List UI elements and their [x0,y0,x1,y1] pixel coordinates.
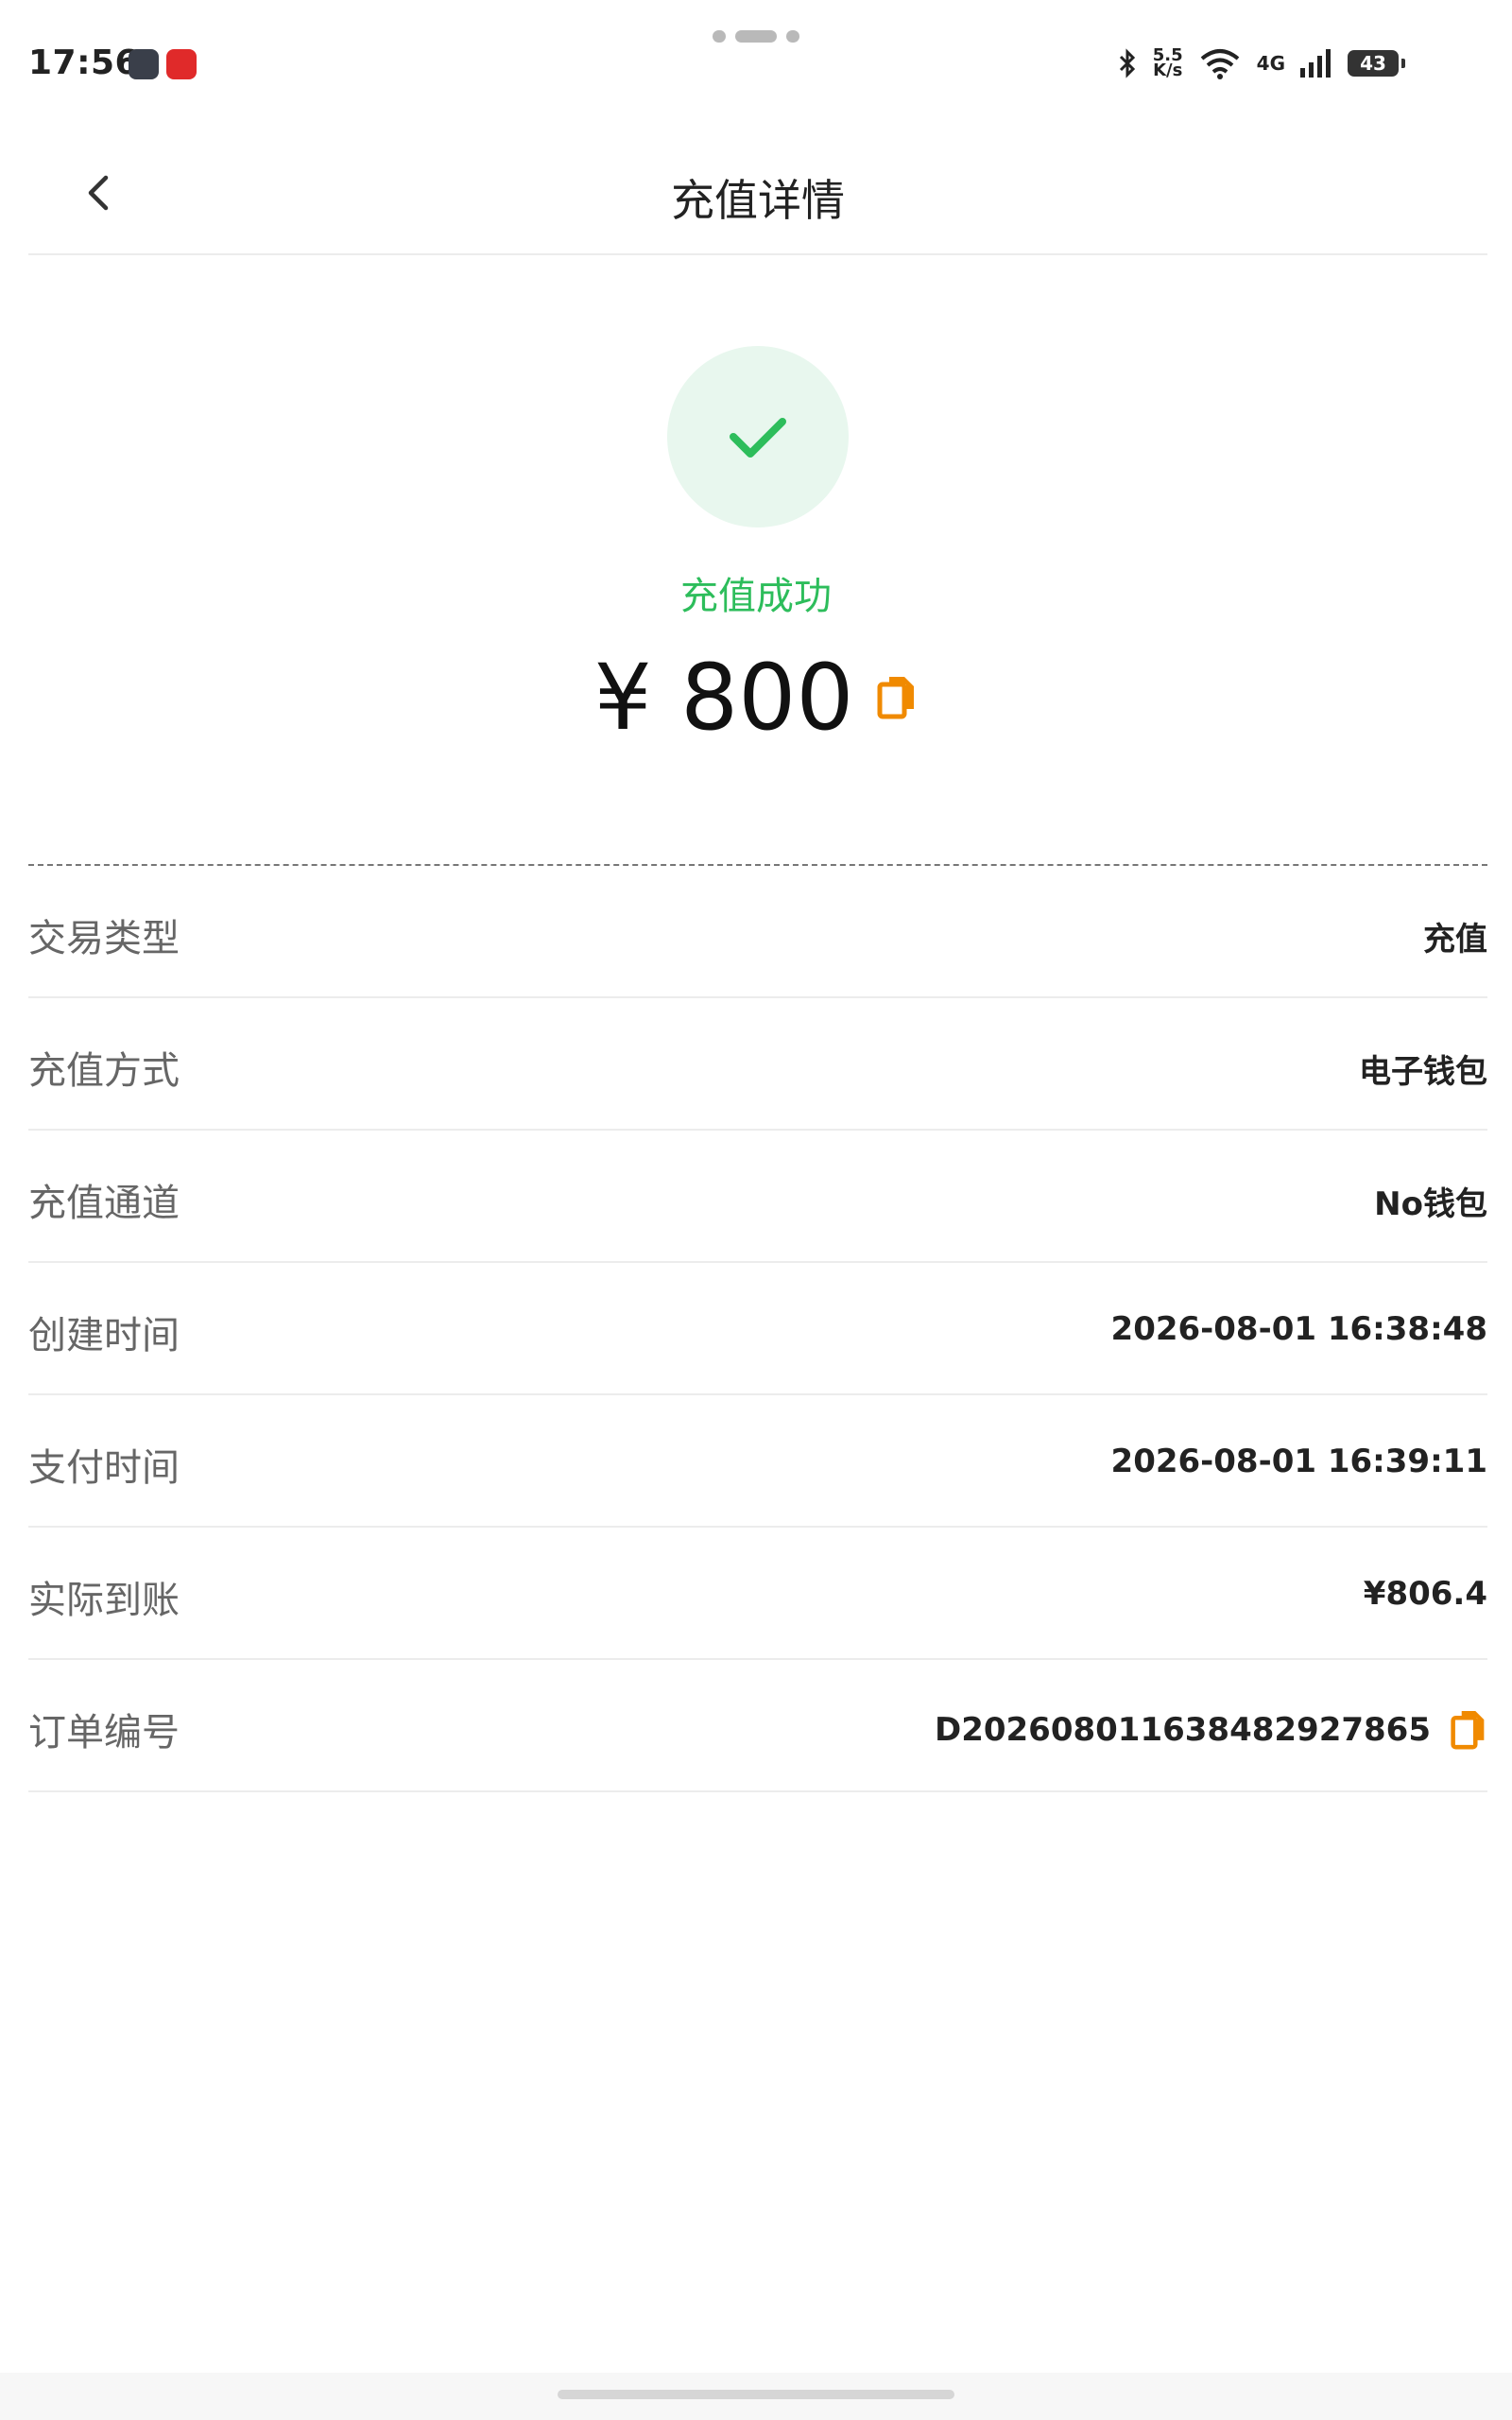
detail-value: 2026-08-01 16:39:11 [1111,1443,1487,1480]
detail-value: No钱包 [1374,1178,1487,1224]
detail-value-text: ¥806.4 [1363,1575,1487,1613]
net-speed: 5.5 K/s [1153,47,1183,80]
signal-icon [1300,49,1331,78]
success-badge [667,346,849,527]
detail-label: 交易类型 [28,917,180,960]
detail-value: ¥806.4 [1364,1575,1487,1613]
detail-value-text: 2026-08-01 16:38:48 [1110,1310,1487,1348]
detail-label: 支付时间 [28,1446,180,1490]
app-notification-icon [166,49,197,79]
detail-row-actual-credit: 实际到账 ¥806.4 [28,1528,1487,1660]
detail-value-text: 2026-08-01 16:39:11 [1110,1443,1487,1480]
page-title: 充值详情 [671,175,845,226]
check-icon [730,418,786,458]
header: 充值详情 [28,132,1487,255]
detail-value: 电子钱包 [1359,1046,1487,1092]
detail-label: 订单编号 [28,1711,180,1754]
detail-row-order-number: 订单编号 D202608011638482927865 [28,1660,1487,1792]
detail-label: 创建时间 [28,1314,180,1357]
navigation-area [0,2373,1512,2420]
multitask-handle[interactable] [713,30,799,43]
detail-value: D202608011638482927865 [935,1707,1487,1753]
detail-value-text: 电子钱包 [1359,1053,1487,1091]
status-icons: 5.5 K/s 4G 43 [1117,47,1405,80]
order-number-text[interactable]: D202608011638482927865 [935,1711,1431,1749]
copy-icon[interactable] [1450,1707,1487,1753]
detail-row-created-time: 创建时间 2026-08-01 16:38:48 [28,1263,1487,1395]
detail-value: 充值 [1423,913,1487,959]
detail-row-recharge-method: 充值方式 电子钱包 [28,998,1487,1131]
net-speed-unit: K/s [1153,60,1183,80]
detail-row-paid-time: 支付时间 2026-08-01 16:39:11 [28,1395,1487,1528]
detail-label: 充值通道 [28,1182,180,1225]
battery-icon: 43 [1348,50,1405,77]
copy-icon[interactable] [876,673,918,722]
detail-label: 实际到账 [28,1579,180,1622]
status-bar: 17:56 5.5 K/s 4G 43 [0,0,1512,123]
status-text: 充值成功 [680,575,832,618]
detail-row-recharge-channel: 充值通道 No钱包 [28,1131,1487,1263]
bluetooth-icon [1119,48,1135,78]
detail-label: 充值方式 [28,1049,180,1093]
amount-value: ¥ 800 [593,645,854,751]
detail-row-transaction-type: 交易类型 充值 [28,866,1487,998]
app-notification-icon [129,49,159,79]
status-time: 17:56 [28,43,140,82]
home-indicator[interactable] [558,2390,954,2399]
detail-list: 交易类型 充值 充值方式 电子钱包 充值通道 No钱包 创建时间 2026-08… [28,866,1487,1792]
detail-value-text: No钱包 [1374,1185,1487,1223]
cell-type: 4G [1256,52,1285,75]
amount-row: ¥ 800 [0,652,1512,743]
detail-value: 2026-08-01 16:38:48 [1111,1310,1487,1348]
wifi-icon [1200,49,1239,79]
detail-value-text: 充值 [1423,921,1487,959]
